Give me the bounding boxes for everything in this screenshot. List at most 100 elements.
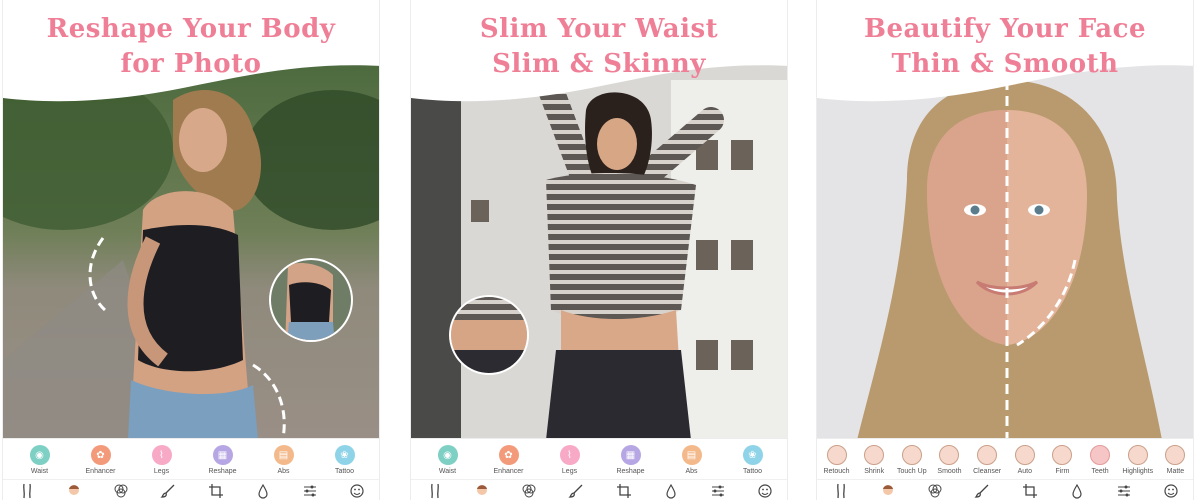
panel-slim-waist: Slim Your Waist Slim & Skinny ◉ Waist ✿ … [410, 0, 788, 500]
crop-icon[interactable] [1021, 482, 1039, 500]
tool-label: Tattoo [334, 468, 355, 475]
tool-legs[interactable]: ⌇ Legs [544, 439, 596, 475]
tool-label: Enhancer [85, 468, 116, 475]
body-icon[interactable] [18, 482, 36, 500]
tool-label: Highlights [1122, 468, 1154, 475]
tool-label: Tattoo [742, 468, 763, 475]
panel-reshape-body: Reshape Your Body for Photo ◉ Waist ✿ En… [2, 0, 380, 500]
tool-reshape[interactable]: ▦ Reshape [197, 439, 249, 475]
tool-label: Abs [277, 468, 290, 475]
crop-icon[interactable] [207, 482, 225, 500]
body-photo [3, 60, 379, 440]
face-tool-row: Retouch Shrink Touch Up Smooth Cleanser … [817, 438, 1193, 478]
matte-icon [1165, 445, 1186, 465]
tool-label: Shrink [864, 468, 885, 475]
tool-label: Cleanser [973, 468, 1002, 475]
tattoo-icon: ❀ [334, 445, 355, 465]
tool-label: Firm [1055, 468, 1070, 475]
tool-label: Reshape [208, 468, 237, 475]
tool-label: Teeth [1091, 468, 1109, 475]
adjust-icon[interactable] [709, 482, 727, 500]
tool-abs[interactable]: ▤ Abs [666, 439, 718, 475]
adjust-icon[interactable] [301, 482, 319, 500]
sticker-icon[interactable] [348, 482, 366, 500]
smooth-icon [939, 445, 960, 465]
headline: Beautify Your Face Thin & Smooth [817, 12, 1193, 82]
waist-icon: ◉ [29, 445, 50, 465]
body-icon[interactable] [426, 482, 444, 500]
abs-icon: ▤ [681, 445, 702, 465]
tattoo-icon: ❀ [742, 445, 763, 465]
legs-icon: ⌇ [559, 445, 580, 465]
drop-icon[interactable] [662, 482, 680, 500]
tool-label: Auto [1017, 468, 1032, 475]
tool-cleanser[interactable]: Cleanser [970, 439, 1005, 475]
headline: Reshape Your Body for Photo [3, 12, 379, 82]
headline-line-1: Reshape Your Body [46, 14, 336, 44]
tool-reshape[interactable]: ▦ Reshape [605, 439, 657, 475]
highlights-icon [1127, 445, 1148, 465]
body-tool-row: ◉ Waist ✿ Enhancer ⌇ Legs ▦ Reshape ▤ Abs ❀ Ta… [3, 438, 379, 478]
touch-up-icon [901, 445, 922, 465]
tool-label: Waist [30, 468, 49, 475]
tool-retouch[interactable]: Retouch [819, 439, 854, 475]
tool-label: Retouch [823, 468, 850, 475]
tool-label: Legs [561, 468, 578, 475]
sticker-icon[interactable] [1162, 482, 1180, 500]
headline: Slim Your Waist Slim & Skinny [411, 12, 787, 82]
face-icon[interactable] [65, 482, 83, 500]
adjust-icon[interactable] [1115, 482, 1133, 500]
tool-legs[interactable]: ⌇ Legs [136, 439, 188, 475]
tool-auto[interactable]: Auto [1007, 439, 1042, 475]
teeth-icon [1090, 445, 1111, 465]
reshape-icon: ▦ [212, 445, 233, 465]
headline-line-1: Slim Your Waist [479, 14, 719, 44]
drop-icon[interactable] [254, 482, 272, 500]
crop-icon[interactable] [615, 482, 633, 500]
tool-label: Abs [685, 468, 698, 475]
tool-highlights[interactable]: Highlights [1120, 439, 1155, 475]
body-icon[interactable] [832, 482, 850, 500]
reshape-icon: ▦ [620, 445, 641, 465]
filter-icon[interactable] [520, 482, 538, 500]
tool-enhancer[interactable]: ✿ Enhancer [483, 439, 535, 475]
auto-icon [1014, 445, 1035, 465]
tool-smooth[interactable]: Smooth [932, 439, 967, 475]
waist-icon: ◉ [437, 445, 458, 465]
tool-tattoo[interactable]: ❀ Tattoo [727, 439, 779, 475]
body-tool-row: ◉ Waist ✿ Enhancer ⌇ Legs ▦ Reshape ▤ Abs ❀ Ta… [411, 438, 787, 478]
brush-icon[interactable] [567, 482, 585, 500]
tool-label: Waist [438, 468, 457, 475]
firm-icon [1052, 445, 1073, 465]
headline-line-1: Beautify Your Face [863, 14, 1147, 44]
legs-icon: ⌇ [151, 445, 172, 465]
tool-label: Legs [153, 468, 170, 475]
tool-label: Enhancer [493, 468, 524, 475]
retouch-icon [826, 445, 847, 465]
tool-matte[interactable]: Matte [1158, 439, 1193, 475]
face-photo [817, 60, 1193, 440]
tool-tattoo[interactable]: ❀ Tattoo [319, 439, 371, 475]
filter-icon[interactable] [926, 482, 944, 500]
tool-enhancer[interactable]: ✿ Enhancer [75, 439, 127, 475]
brush-icon[interactable] [159, 482, 177, 500]
drop-icon[interactable] [1068, 482, 1086, 500]
brush-icon[interactable] [973, 482, 991, 500]
tool-label: Smooth [937, 468, 962, 475]
abs-icon: ▤ [273, 445, 294, 465]
sticker-icon[interactable] [756, 482, 774, 500]
tool-shrink[interactable]: Shrink [857, 439, 892, 475]
waist-photo [411, 60, 787, 440]
bottom-nav [411, 479, 787, 500]
tool-touch-up[interactable]: Touch Up [894, 439, 929, 475]
tool-firm[interactable]: Firm [1045, 439, 1080, 475]
filter-icon[interactable] [112, 482, 130, 500]
tool-waist[interactable]: ◉ Waist [14, 439, 66, 475]
tool-waist[interactable]: ◉ Waist [422, 439, 474, 475]
face-icon[interactable] [879, 482, 897, 500]
tool-abs[interactable]: ▤ Abs [258, 439, 310, 475]
tool-teeth[interactable]: Teeth [1083, 439, 1118, 475]
panel-beautify-face: Beautify Your Face Thin & Smooth Retouch… [816, 0, 1194, 500]
face-icon[interactable] [473, 482, 491, 500]
enhancer-icon: ✿ [90, 445, 111, 465]
